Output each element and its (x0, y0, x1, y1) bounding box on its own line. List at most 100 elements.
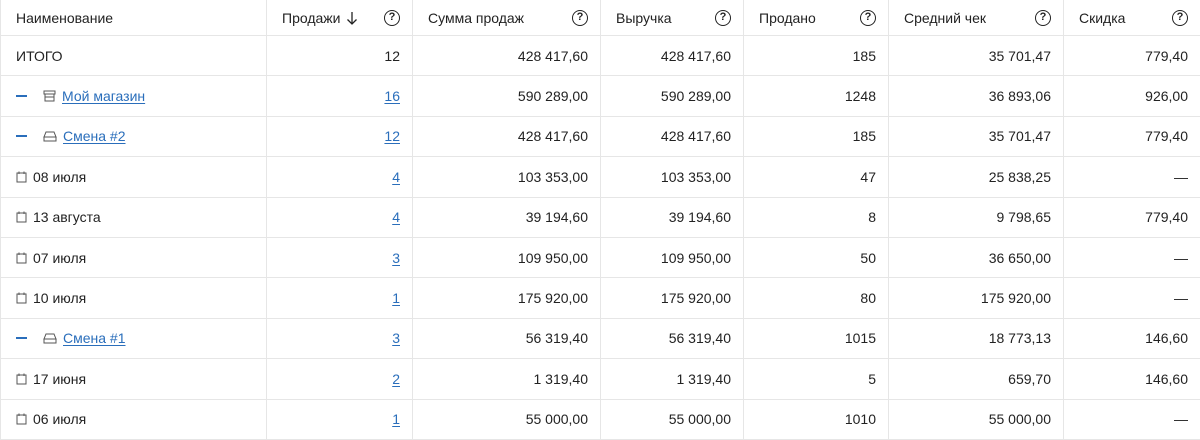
calendar-icon (16, 211, 27, 223)
collapse-icon[interactable] (16, 95, 27, 98)
day-revenue: 55 000,00 (601, 399, 744, 440)
shift-revenue: 56 319,40 (601, 318, 744, 360)
day-label: 13 августа (33, 209, 101, 226)
day-sold: 47 (744, 157, 889, 198)
day-label: 07 июля (33, 249, 87, 266)
shift-link[interactable]: Смена #1 (63, 330, 126, 346)
sales-link[interactable]: 1 (392, 411, 400, 427)
day-label: 08 июля (33, 168, 87, 185)
header-name-label: Наименование (16, 9, 114, 26)
day-row-name: 08 июля (1, 157, 267, 198)
header-avg-label: Средний чек (904, 9, 987, 26)
day-label: 06 июля (33, 411, 87, 428)
header-sales[interactable]: Продажи ? (267, 0, 413, 36)
day-revenue: 39 194,60 (601, 197, 744, 238)
day-row-name: 17 июня (1, 359, 267, 400)
header-name[interactable]: Наименование (1, 0, 267, 36)
sales-link[interactable]: 12 (384, 128, 400, 144)
day-discount: — (1064, 400, 1200, 440)
day-avg: 175 920,00 (889, 278, 1064, 319)
calendar-icon (16, 292, 27, 304)
day-label: 10 июля (33, 290, 87, 307)
day-sales: 4 (267, 197, 413, 238)
day-avg: 659,70 (889, 359, 1064, 400)
store-revenue: 590 289,00 (601, 76, 744, 117)
sales-link[interactable]: 3 (392, 250, 400, 266)
sales-link[interactable]: 4 (392, 209, 400, 225)
day-row-name: 06 июля (1, 399, 267, 440)
sales-link[interactable]: 3 (392, 330, 400, 346)
help-icon[interactable]: ? (572, 9, 588, 26)
calendar-icon (16, 373, 27, 385)
day-sold: 1010 (744, 399, 889, 440)
header-sold-label: Продано (759, 9, 816, 26)
day-label: 17 июня (33, 370, 87, 387)
total-sales: 12 (267, 36, 413, 77)
header-avg[interactable]: Средний чек ? (889, 0, 1064, 36)
day-discount: — (1064, 157, 1200, 198)
day-row-name: 07 июля (1, 237, 267, 279)
collapse-icon[interactable] (16, 135, 27, 138)
shift-row-name: Смена #2 (1, 116, 267, 158)
store-icon (43, 90, 56, 102)
shift-avg: 35 701,47 (889, 116, 1064, 158)
day-avg: 25 838,25 (889, 157, 1064, 198)
store-sold: 1248 (744, 76, 889, 117)
help-icon[interactable]: ? (1035, 9, 1051, 26)
day-sold: 80 (744, 278, 889, 319)
day-revenue: 1 319,40 (601, 359, 744, 400)
day-row-name: 13 августа (1, 197, 267, 238)
header-sales-label: Продажи (282, 9, 341, 26)
header-revenue-label: Выручка (616, 9, 672, 26)
shift-sales: 12 (267, 116, 413, 158)
sort-descending-icon[interactable] (346, 11, 358, 25)
shift-discount: 779,40 (1064, 117, 1200, 158)
store-link[interactable]: Мой магазин (62, 88, 145, 104)
shift-link[interactable]: Смена #2 (63, 128, 126, 144)
sales-link[interactable]: 4 (392, 169, 400, 185)
day-sales: 2 (267, 359, 413, 400)
header-sum[interactable]: Сумма продаж ? (413, 0, 601, 36)
help-icon[interactable]: ? (384, 9, 400, 26)
day-sum: 55 000,00 (413, 399, 601, 440)
total-sold: 185 (744, 36, 889, 77)
total-sum: 428 417,60 (413, 36, 601, 77)
shift-sum: 428 417,60 (413, 116, 601, 158)
help-icon[interactable]: ? (715, 9, 731, 26)
register-icon (43, 131, 57, 142)
shift-sold: 1015 (744, 318, 889, 360)
day-sum: 39 194,60 (413, 197, 601, 238)
shift-sold: 185 (744, 116, 889, 158)
sales-link[interactable]: 1 (392, 290, 400, 306)
total-row-name: ИТОГО (1, 36, 267, 77)
day-sold: 50 (744, 237, 889, 279)
help-icon[interactable]: ? (860, 9, 876, 26)
store-sales: 16 (267, 76, 413, 117)
header-sold[interactable]: Продано ? (744, 0, 889, 36)
store-avg: 36 893,06 (889, 76, 1064, 117)
day-revenue: 103 353,00 (601, 157, 744, 198)
header-discount[interactable]: Скидка ? (1064, 0, 1200, 36)
header-revenue[interactable]: Выручка ? (601, 0, 744, 36)
day-sales: 3 (267, 237, 413, 279)
shift-revenue: 428 417,60 (601, 116, 744, 158)
day-discount: — (1064, 238, 1200, 279)
day-avg: 55 000,00 (889, 399, 1064, 440)
store-sum: 590 289,00 (413, 76, 601, 117)
shift-sum: 56 319,40 (413, 318, 601, 360)
help-icon[interactable]: ? (1172, 9, 1188, 26)
shift-discount: 146,60 (1064, 319, 1200, 360)
day-sum: 1 319,40 (413, 359, 601, 400)
store-discount: 926,00 (1064, 76, 1200, 117)
total-discount: 779,40 (1064, 36, 1200, 77)
calendar-icon (16, 413, 27, 425)
collapse-icon[interactable] (16, 337, 27, 340)
shift-avg: 18 773,13 (889, 318, 1064, 360)
store-row-name: Мой магазин (1, 76, 267, 117)
total-revenue: 428 417,60 (601, 36, 744, 77)
sales-link[interactable]: 2 (392, 371, 400, 387)
sales-link[interactable]: 16 (384, 88, 400, 104)
shift-row-name: Смена #1 (1, 318, 267, 360)
day-avg: 9 798,65 (889, 197, 1064, 238)
sales-report-table: Наименование Продажи ? Сумма продаж ? Вы… (0, 0, 1200, 440)
